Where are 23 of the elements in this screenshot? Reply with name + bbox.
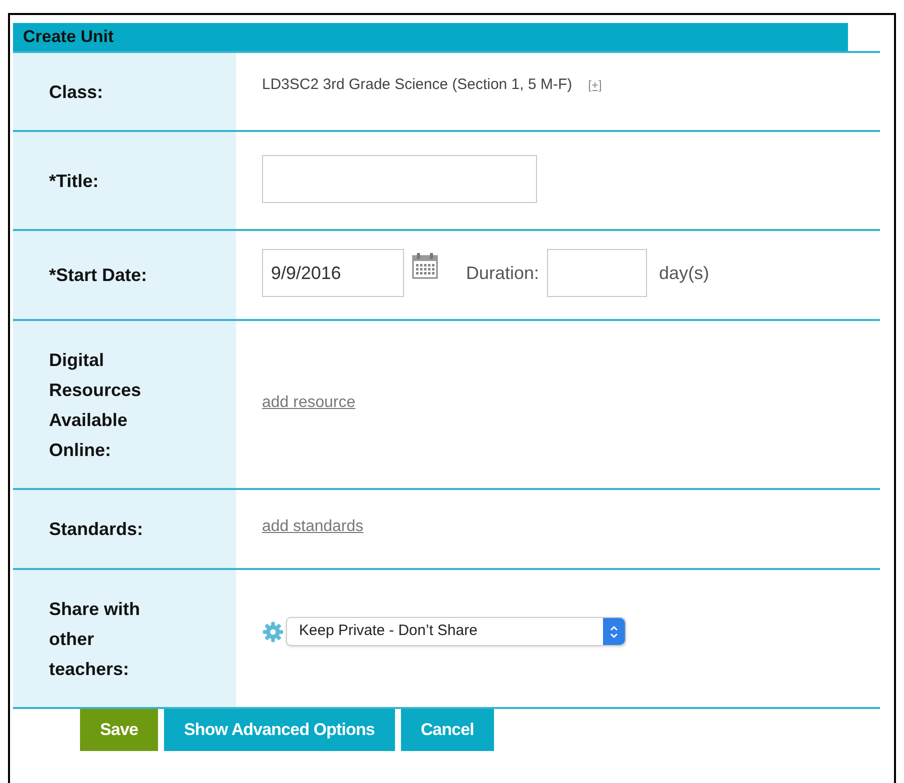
chevron-icon <box>610 624 618 638</box>
share-select[interactable]: Keep Private - Don’t Share <box>286 617 626 646</box>
field-label-cell: *Title: <box>13 132 236 229</box>
action-button[interactable]: Cancel <box>400 709 494 751</box>
add-link[interactable]: add resource <box>262 390 356 414</box>
title-field[interactable] <box>262 154 537 202</box>
duration-field[interactable] <box>547 249 648 297</box>
field-label-cell: *Start Date: <box>13 231 236 319</box>
field-label-cell: Standards: <box>13 490 236 568</box>
days-label: day(s) <box>659 262 710 285</box>
duration-label: Duration: <box>466 262 540 284</box>
field-label-cell: Digital Resources Available Online: <box>13 321 236 488</box>
class-name: LD3SC2 3rd Grade Science (Section 1, 5 M-F) <box>262 75 572 95</box>
save-button[interactable]: Save <box>80 709 158 751</box>
calendar-icon[interactable] <box>412 252 438 280</box>
gear-icon <box>262 620 284 642</box>
add-link[interactable]: add standards <box>262 515 364 539</box>
field-label-cell: Share with other teachers: <box>13 570 236 707</box>
form-header: Create Unit <box>13 23 848 51</box>
field-label-cell: Class: <box>13 53 236 130</box>
action-button[interactable]: Show Advanced Options <box>164 709 395 751</box>
expand-link[interactable]: [+] <box>588 76 602 94</box>
start-date-field[interactable]: 9/9/2016 <box>262 249 404 297</box>
